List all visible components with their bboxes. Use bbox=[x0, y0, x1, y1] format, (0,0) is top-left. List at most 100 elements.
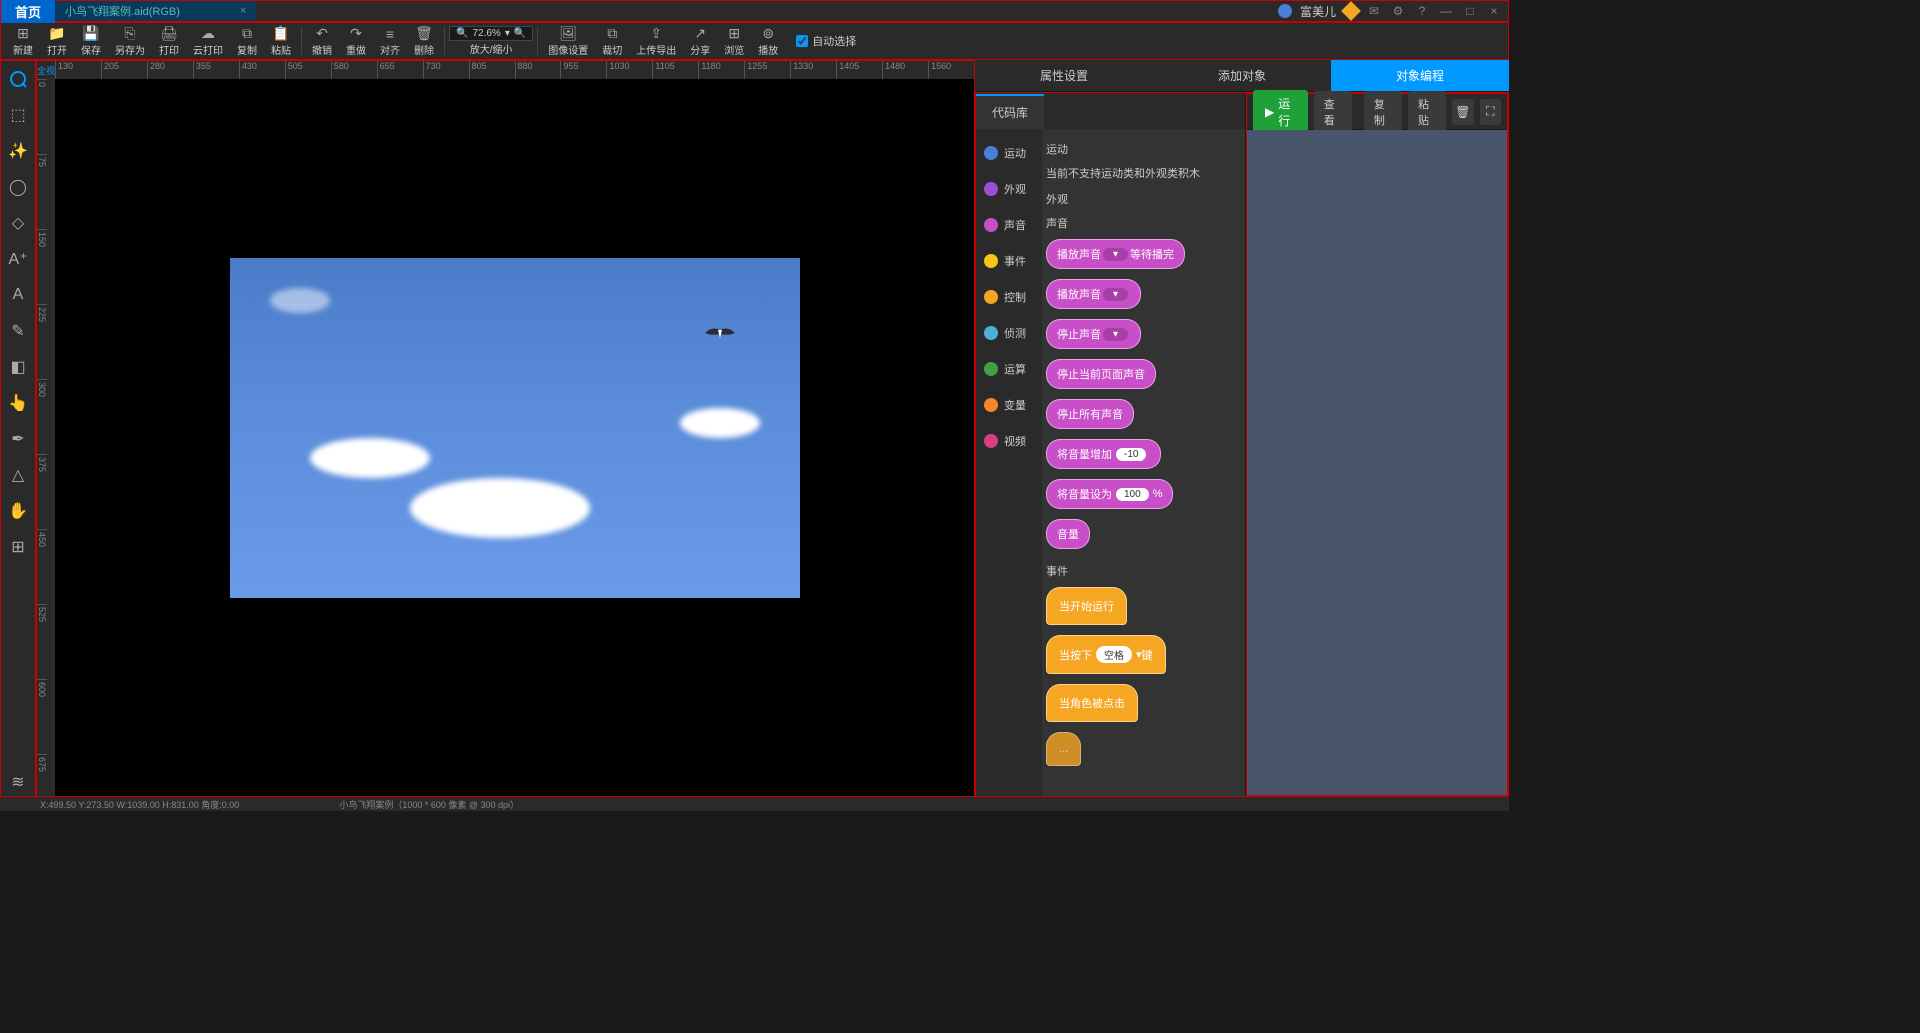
block-stop-all-sounds[interactable]: 停止所有声音 bbox=[1046, 399, 1134, 429]
mail-icon[interactable]: ✉ bbox=[1366, 4, 1382, 18]
dropdown-icon[interactable]: ▾ bbox=[1103, 328, 1128, 341]
transform-tool[interactable]: ⊞ bbox=[4, 533, 32, 561]
chevron-down-icon[interactable]: ▾ bbox=[505, 28, 510, 39]
new-button[interactable]: ⊞新建 bbox=[7, 24, 39, 59]
open-button[interactable]: 📁打开 bbox=[41, 24, 73, 59]
gear-icon[interactable]: ⚙ bbox=[1390, 4, 1406, 18]
block-when-run[interactable]: 当开始运行 bbox=[1046, 587, 1127, 625]
grid-icon: ⊞ bbox=[728, 26, 740, 42]
block-stop-sound[interactable]: 停止声音▾ bbox=[1046, 319, 1141, 349]
block-stop-page-sounds[interactable]: 停止当前页面声音 bbox=[1046, 359, 1156, 389]
eraser-tool[interactable]: ◧ bbox=[4, 353, 32, 381]
category-侦测[interactable]: 侦测 bbox=[976, 315, 1042, 351]
preview-button[interactable]: ⊞浏览 bbox=[718, 24, 750, 59]
close-tab-icon[interactable]: × bbox=[240, 5, 246, 17]
category-外观[interactable]: 外观 bbox=[976, 171, 1042, 207]
play-icon: ⊚ bbox=[762, 26, 774, 42]
marquee-tool[interactable]: ⬚ bbox=[4, 101, 32, 129]
trash-script-icon[interactable]: 🗑 bbox=[1452, 99, 1473, 125]
category-声音[interactable]: 声音 bbox=[976, 207, 1042, 243]
upload-button[interactable]: ⇪上传导出 bbox=[630, 24, 682, 59]
paste-script-button[interactable]: 粘贴 bbox=[1408, 91, 1446, 133]
dropdown-icon[interactable]: ▾ bbox=[1103, 288, 1128, 301]
diamond-icon[interactable] bbox=[1341, 1, 1361, 21]
block-palette[interactable]: 运动 当前不支持运动类和外观类积木 外观 声音 播放声音▾等待播完 播放声音▾ … bbox=[1042, 129, 1245, 796]
bird-sprite[interactable] bbox=[700, 318, 740, 348]
lasso-tool[interactable]: ◯ bbox=[4, 173, 32, 201]
ruler-corner[interactable]: 全视 bbox=[37, 61, 55, 79]
wand-tool[interactable]: ✨ bbox=[4, 137, 32, 165]
close-window-icon[interactable]: × bbox=[1486, 4, 1502, 18]
minimize-icon[interactable]: — bbox=[1438, 4, 1454, 18]
block-play-sound-wait[interactable]: 播放声音▾等待播完 bbox=[1046, 239, 1185, 269]
shape-tool[interactable]: △ bbox=[4, 461, 32, 489]
copy-button[interactable]: ⧉复制 bbox=[231, 24, 263, 59]
block-play-sound[interactable]: 播放声音▾ bbox=[1046, 279, 1141, 309]
copy-script-button[interactable]: 复制 bbox=[1364, 91, 1402, 133]
layers-icon[interactable]: ≋ bbox=[4, 768, 32, 796]
document-tab[interactable]: 小鸟飞翔案例.aid(RGB) × bbox=[55, 1, 256, 21]
code-library-tab[interactable]: 代码库 bbox=[976, 93, 1245, 129]
paste-button[interactable]: 📋粘贴 bbox=[265, 24, 297, 59]
category-运算[interactable]: 运算 bbox=[976, 351, 1042, 387]
right-panel: 属性设置 添加对象 对象编程 代码库 运动外观声音事件控制侦测运算变量视频 运动… bbox=[975, 60, 1509, 797]
zoom-out-icon[interactable]: 🔍 bbox=[456, 28, 468, 39]
redo-button[interactable]: ↷重做 bbox=[340, 24, 372, 59]
imgsetting-button[interactable]: 🖼图像设置 bbox=[542, 24, 594, 59]
avatar-icon[interactable] bbox=[1278, 4, 1292, 18]
view-button[interactable]: 查看 bbox=[1314, 91, 1352, 133]
category-运动[interactable]: 运动 bbox=[976, 135, 1042, 171]
save-button[interactable]: 💾保存 bbox=[75, 24, 107, 59]
category-label: 事件 bbox=[1004, 253, 1026, 269]
dropdown-icon[interactable]: ▾ bbox=[1103, 248, 1128, 261]
text-tool[interactable]: A bbox=[4, 281, 32, 309]
run-button[interactable]: ▶运行 bbox=[1253, 90, 1308, 134]
brush-tool[interactable]: ✎ bbox=[4, 317, 32, 345]
play-button[interactable]: ⊚播放 bbox=[752, 24, 784, 59]
category-视频[interactable]: 视频 bbox=[976, 423, 1042, 459]
block-partial[interactable]: ... bbox=[1046, 732, 1081, 766]
delete-button[interactable]: 🗑删除 bbox=[408, 24, 440, 59]
share-button[interactable]: ↗分享 bbox=[684, 24, 716, 59]
zoom-control[interactable]: 🔍72.6%▾🔍 放大/缩小 bbox=[449, 26, 533, 56]
block-set-volume[interactable]: 将音量设为100% bbox=[1046, 479, 1173, 509]
canvas-image[interactable] bbox=[230, 258, 800, 598]
new-icon: ⊞ bbox=[17, 26, 29, 42]
tab-attributes[interactable]: 属性设置 bbox=[975, 60, 1153, 91]
undo-button[interactable]: ↶撤销 bbox=[306, 24, 338, 59]
home-tab[interactable]: 首页 bbox=[1, 0, 55, 23]
fullscreen-icon[interactable]: ⛶ bbox=[1480, 99, 1501, 125]
script-canvas[interactable] bbox=[1247, 130, 1507, 795]
smudge-tool[interactable]: 👆 bbox=[4, 389, 32, 417]
category-事件[interactable]: 事件 bbox=[976, 243, 1042, 279]
align-button[interactable]: ≡对齐 bbox=[374, 24, 406, 59]
block-change-volume[interactable]: 将音量增加-10 bbox=[1046, 439, 1161, 469]
print-button[interactable]: 🖨打印 bbox=[153, 24, 185, 59]
auto-select-checkbox[interactable]: 自动选择 bbox=[796, 33, 856, 49]
category-label: 声音 bbox=[1004, 217, 1026, 233]
saveas-button[interactable]: ⎘另存为 bbox=[109, 24, 151, 59]
pen-tool[interactable]: ✒ bbox=[4, 425, 32, 453]
event-section-header: 事件 bbox=[1046, 563, 1241, 579]
tab-object-programming[interactable]: 对象编程 bbox=[1331, 60, 1509, 91]
category-控制[interactable]: 控制 bbox=[976, 279, 1042, 315]
canvas-area[interactable]: 全视 1302052803554305055806557308058809551… bbox=[36, 60, 975, 797]
cursor-tool[interactable] bbox=[4, 65, 32, 93]
category-变量[interactable]: 变量 bbox=[976, 387, 1042, 423]
auto-select-input[interactable] bbox=[796, 35, 808, 47]
hand-tool[interactable]: ✋ bbox=[4, 497, 32, 525]
help-icon[interactable]: ? bbox=[1414, 4, 1430, 18]
canvas-viewport[interactable] bbox=[55, 79, 974, 796]
block-volume-reporter[interactable]: 音量 bbox=[1046, 519, 1090, 549]
block-when-clicked[interactable]: 当角色被点击 bbox=[1046, 684, 1138, 722]
tab-add-object[interactable]: 添加对象 bbox=[1153, 60, 1331, 91]
play-triangle-icon: ▶ bbox=[1265, 105, 1274, 119]
crop-button[interactable]: ⧉裁切 bbox=[596, 24, 628, 59]
block-when-key[interactable]: 当按下 空格 ▾ 键 bbox=[1046, 635, 1166, 674]
bucket-tool[interactable]: ◇ bbox=[4, 209, 32, 237]
zoom-in-icon[interactable]: 🔍 bbox=[514, 28, 526, 39]
category-dot bbox=[984, 434, 998, 448]
maximize-icon[interactable]: □ bbox=[1462, 4, 1478, 18]
text-add-tool[interactable]: A⁺ bbox=[4, 245, 32, 273]
cloudprint-button[interactable]: ☁云打印 bbox=[187, 24, 229, 59]
